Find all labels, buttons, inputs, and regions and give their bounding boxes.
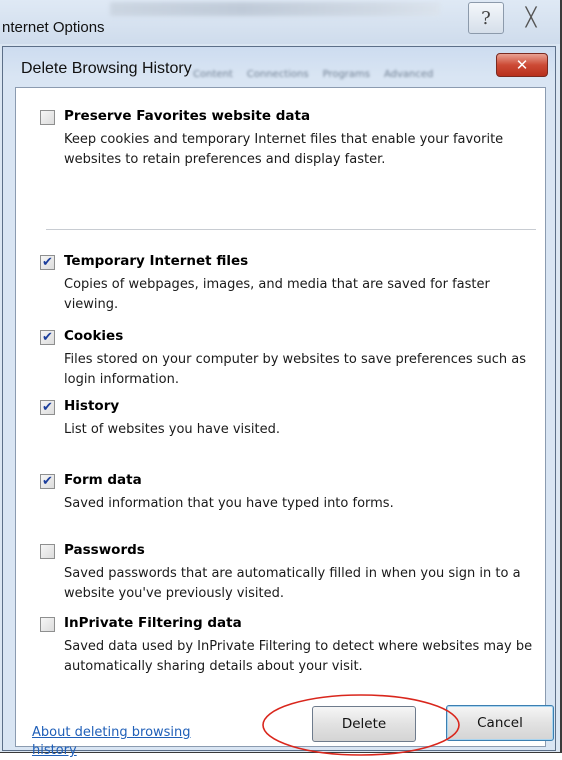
- cancel-button[interactable]: Cancel: [446, 705, 554, 741]
- separator: [46, 229, 536, 230]
- cancel-button-label: Cancel: [477, 715, 523, 731]
- cookies-checkbox[interactable]: ✔: [40, 330, 55, 345]
- delete-browsing-history-dialog: Delete Browsing History Content Connecti…: [2, 46, 556, 758]
- passwords-checkbox[interactable]: [40, 544, 55, 559]
- history-checkbox[interactable]: ✔: [40, 400, 55, 415]
- internet-options-window: nternet Options ? ╳ Delete Browsing Hist…: [0, 0, 562, 758]
- option-title: InPrivate Filtering data: [64, 615, 242, 631]
- outer-window-title: nternet Options: [2, 19, 105, 36]
- option-title: Preserve Favorites website data: [64, 108, 311, 124]
- blurred-background: [110, 2, 440, 16]
- option-title: Cookies: [64, 328, 124, 344]
- background-tab: Content: [193, 69, 233, 80]
- option-description: Keep cookies and temporary Internet file…: [64, 132, 504, 167]
- temporary-internet-files-checkbox[interactable]: ✔: [40, 255, 55, 270]
- option-title: History: [64, 398, 120, 414]
- dialog-close-button[interactable]: ✕: [496, 53, 548, 77]
- close-icon: ✕: [515, 56, 529, 74]
- option-description: Files stored on your computer by website…: [64, 352, 527, 387]
- about-deleting-history-link[interactable]: About deleting browsing history: [32, 724, 202, 760]
- inprivate-filtering-checkbox[interactable]: [40, 617, 55, 632]
- preserve-favorites-checkbox[interactable]: [40, 110, 55, 125]
- help-icon[interactable]: ?: [468, 2, 504, 34]
- close-icon[interactable]: ╳: [513, 2, 549, 32]
- background-tab: Programs: [322, 69, 370, 80]
- option-description: Saved information that you have typed in…: [64, 496, 394, 511]
- checkmark-icon: ✔: [42, 474, 53, 489]
- option-title: Form data: [64, 472, 142, 488]
- option-description: Copies of webpages, images, and media th…: [64, 277, 490, 312]
- option-title: Passwords: [64, 542, 145, 558]
- option-description: Saved passwords that are automatically f…: [64, 566, 521, 601]
- background-tab: Advanced: [383, 69, 434, 80]
- checkmark-icon: ✔: [42, 400, 53, 415]
- background-tabs: Content Connections Programs Advanced: [193, 69, 523, 83]
- dialog-title: Delete Browsing History: [21, 60, 192, 77]
- option-title: Temporary Internet files: [64, 253, 249, 269]
- checkmark-icon: ✔: [42, 255, 53, 270]
- dialog-content: Preserve Favorites website data Keep coo…: [15, 87, 554, 758]
- outer-title-bar: nternet Options ? ╳: [0, 0, 560, 44]
- background-tab: Connections: [246, 69, 309, 80]
- checkmark-icon: ✔: [42, 330, 53, 345]
- option-description: Saved data used by InPrivate Filtering t…: [64, 639, 533, 674]
- delete-button-label: Delete: [341, 716, 387, 732]
- form-data-checkbox[interactable]: ✔: [40, 474, 55, 489]
- delete-button[interactable]: Delete: [312, 706, 416, 742]
- option-description: List of websites you have visited.: [64, 422, 281, 437]
